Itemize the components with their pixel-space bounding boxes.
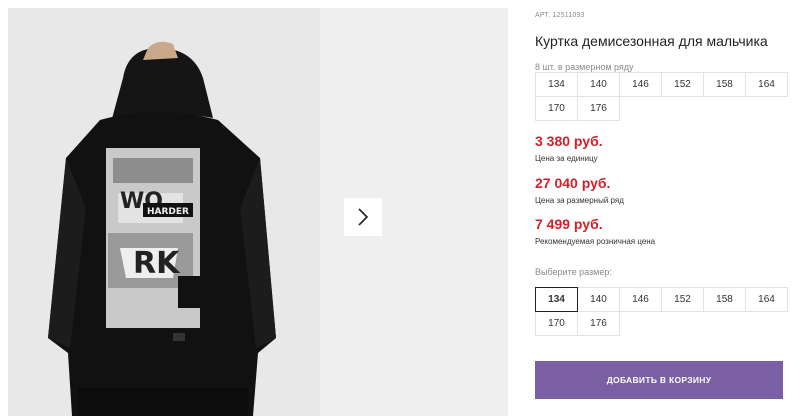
jacket-photo-image: WO RK HARDER	[8, 8, 320, 416]
size-selector: 134 140 146 152 158 164 170 176	[535, 287, 788, 336]
add-to-cart-button[interactable]: ДОБАВИТЬ В КОРЗИНУ	[535, 361, 783, 399]
size-row-label: 8 шт. в размерном ряду	[535, 62, 634, 72]
size-row-cell: 152	[661, 72, 704, 97]
size-option-170[interactable]: 170	[535, 311, 578, 336]
size-option-152[interactable]: 152	[661, 287, 704, 312]
size-row-cell: 146	[619, 72, 662, 97]
size-row-cell: 170	[535, 96, 578, 121]
size-option-140[interactable]: 140	[577, 287, 620, 312]
row-price-note: Цена за размерный ряд	[535, 196, 624, 205]
next-photo-button[interactable]	[344, 198, 382, 236]
row-price: 27 040 руб.	[535, 175, 611, 191]
size-row-cell: 176	[577, 96, 620, 121]
product-title: Куртка демисезонная для мальчика	[535, 33, 768, 49]
size-option-158[interactable]: 158	[703, 287, 746, 312]
product-main-photo[interactable]: WO RK HARDER	[8, 8, 320, 416]
size-option-164[interactable]: 164	[745, 287, 788, 312]
size-option-176[interactable]: 176	[577, 311, 620, 336]
article-number: АРТ. 12511093	[535, 12, 585, 19]
choose-size-label: Выберите размер:	[535, 267, 612, 277]
svg-text:HARDER: HARDER	[147, 207, 189, 217]
size-option-146[interactable]: 146	[619, 287, 662, 312]
unit-price: 3 380 руб.	[535, 133, 603, 149]
size-row-cell: 140	[577, 72, 620, 97]
size-row-cell: 158	[703, 72, 746, 97]
product-page: WO RK HARDER АРТ. 12511093 Куртка демисе…	[0, 0, 800, 416]
size-row-grid: 134 140 146 152 158 164 170 176	[535, 72, 788, 121]
unit-price-note: Цена за единицу	[535, 154, 598, 163]
size-row-cell: 164	[745, 72, 788, 97]
retail-price-note: Рекомендуемая розничная цена	[535, 237, 656, 246]
size-option-134[interactable]: 134	[535, 287, 578, 312]
retail-price: 7 499 руб.	[535, 216, 603, 232]
svg-text:RK: RK	[133, 246, 181, 281]
chevron-right-icon	[358, 208, 369, 226]
size-row-cell: 134	[535, 72, 578, 97]
